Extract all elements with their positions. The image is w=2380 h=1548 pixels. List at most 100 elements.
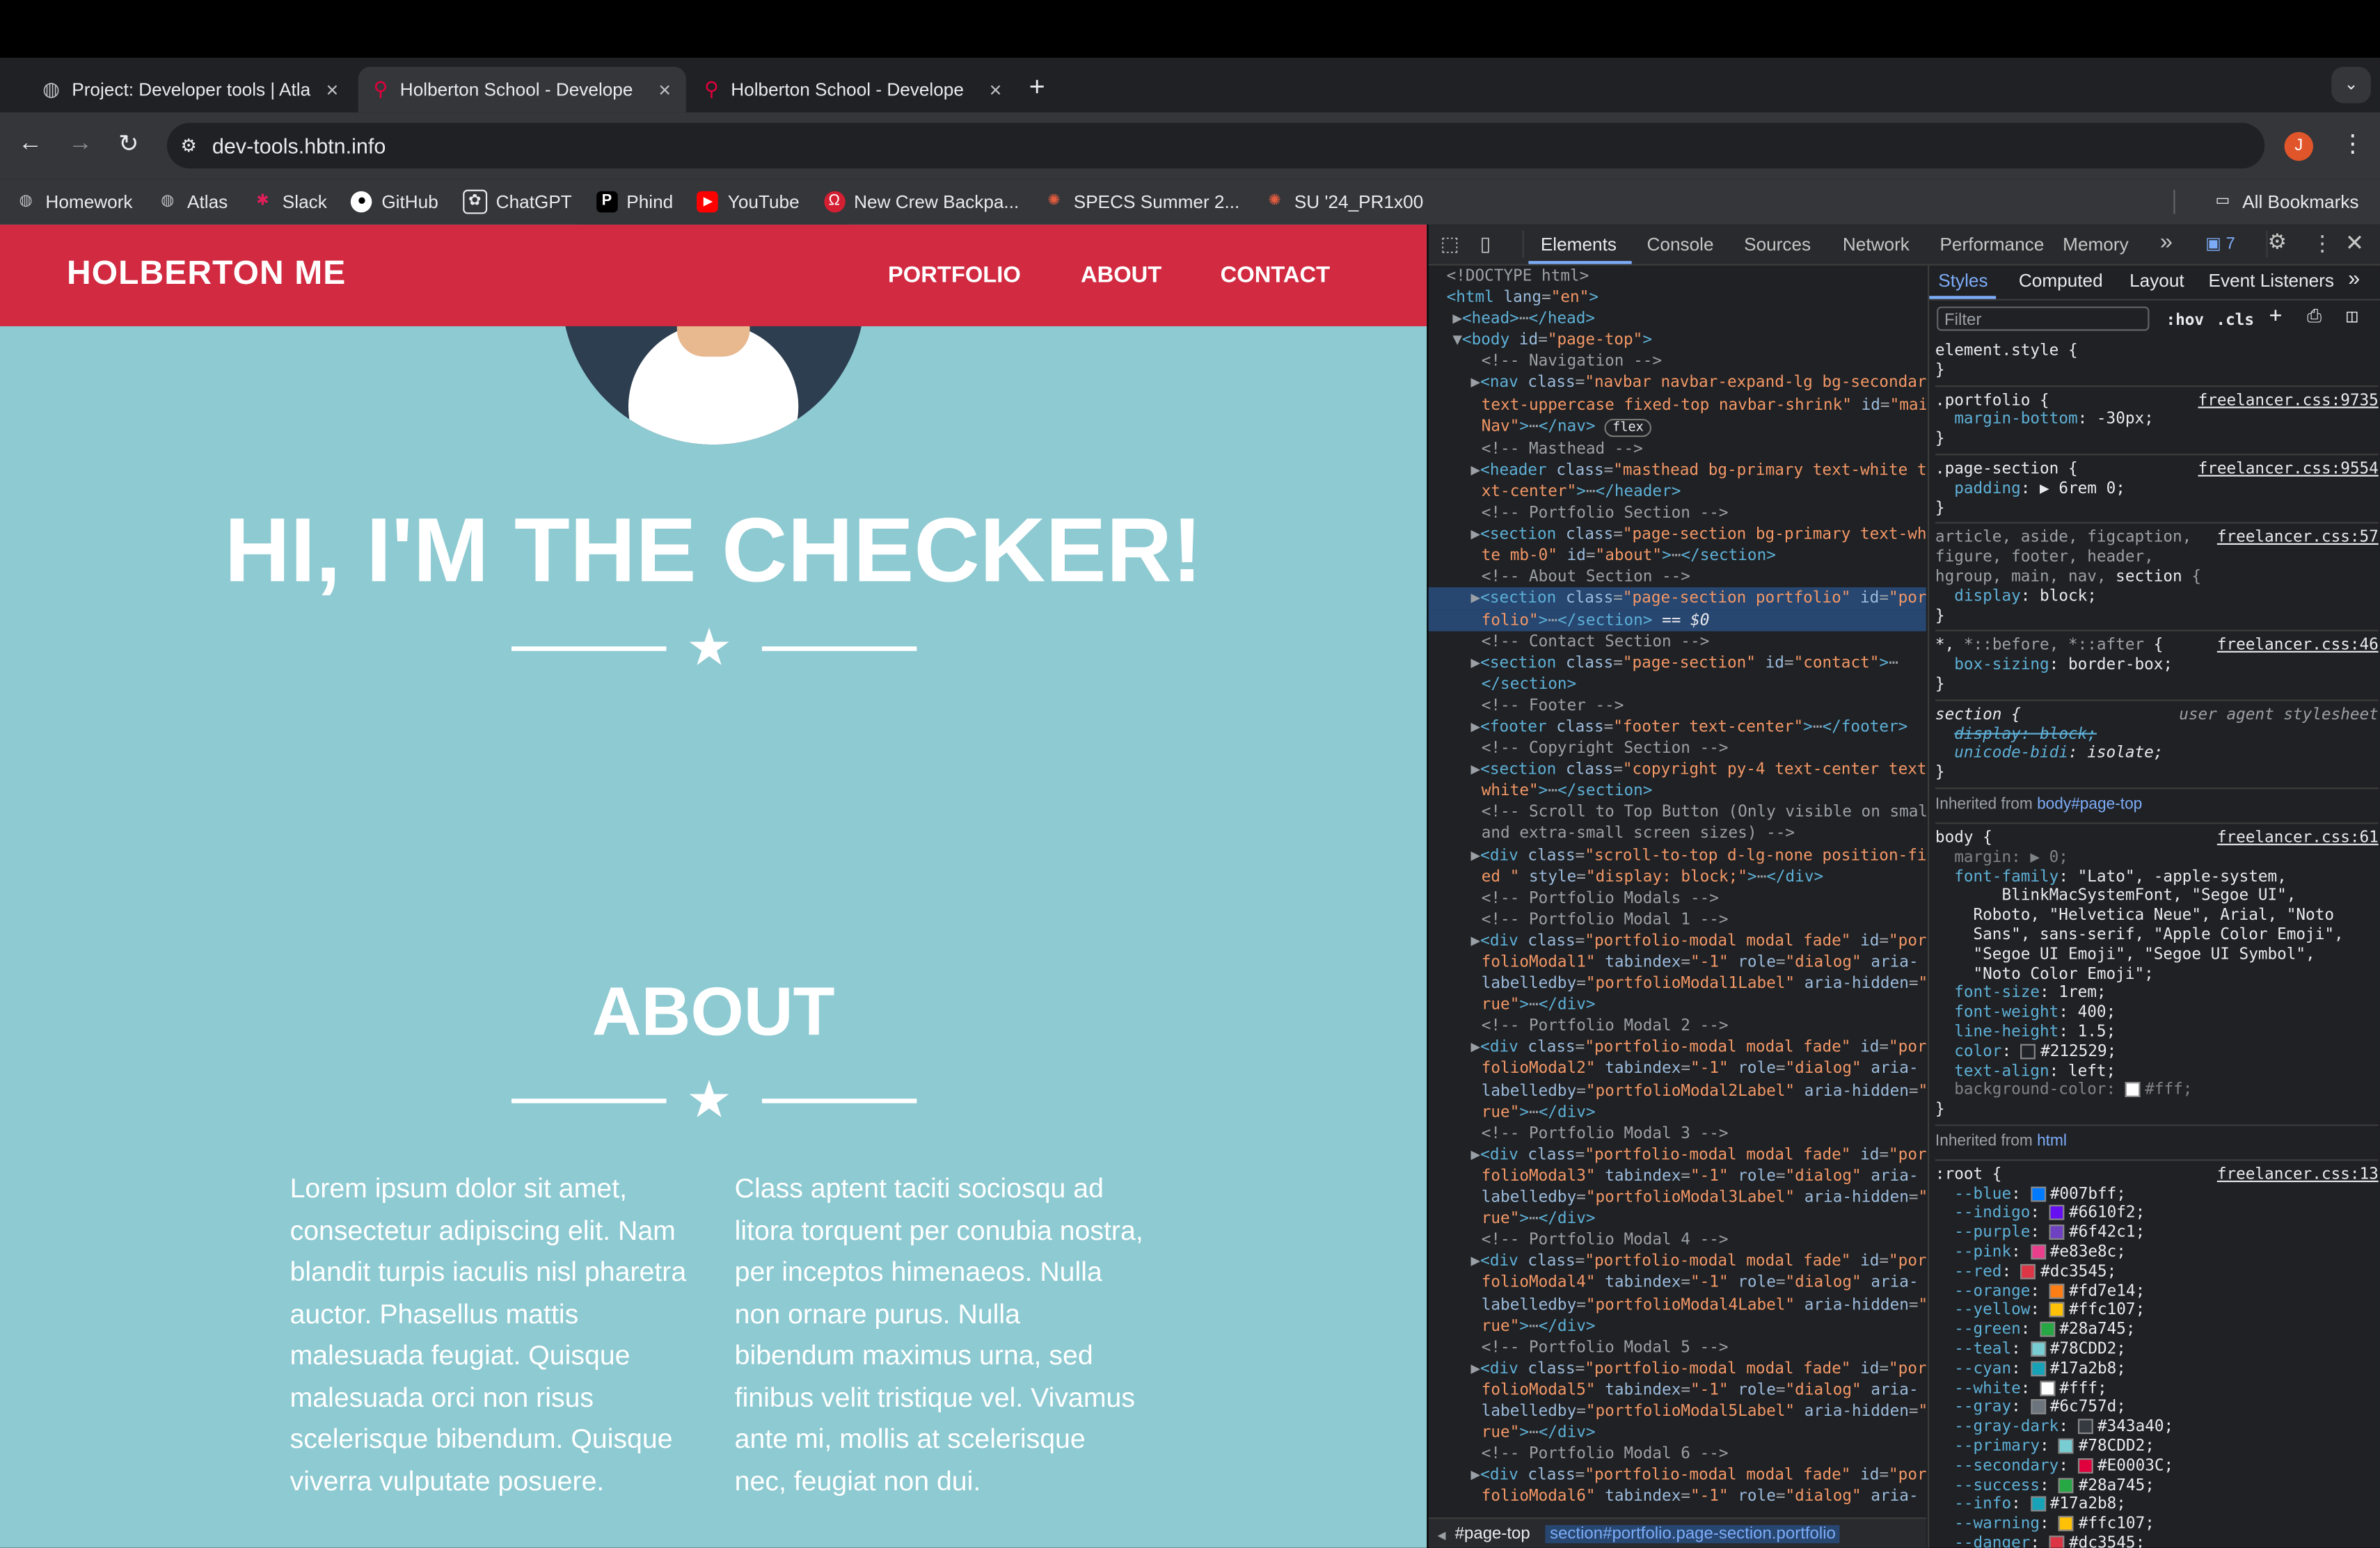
bookmark-label: YouTube: [727, 191, 800, 213]
dom-node[interactable]: ▶<div class="portfolio-modal modal fade"…: [1428, 1465, 1926, 1486]
dom-node[interactable]: ▶<head>⋯</head>: [1428, 308, 1926, 330]
new-rule-icon[interactable]: +: [2269, 305, 2282, 326]
dom-node[interactable]: ▼<body id="page-top">: [1428, 330, 1926, 351]
chevron-left-icon[interactable]: ◂: [1438, 1524, 1446, 1544]
dom-node[interactable]: ▶<footer class="footer text-center">⋯</f…: [1428, 716, 1926, 737]
dom-comment[interactable]: <!-- Copyright Section -->: [1428, 737, 1926, 759]
dom-node[interactable]: ▶<div class="portfolio-modal modal fade"…: [1428, 1144, 1926, 1165]
bookmark-youtube[interactable]: ▶ YouTube: [697, 191, 800, 213]
chevron-down-icon: ⌄: [2344, 76, 2358, 95]
dom-comment[interactable]: <!-- Portfolio Modal 3 -->: [1428, 1122, 1926, 1144]
subtab-layout[interactable]: Layout: [2129, 271, 2184, 291]
close-tab-icon[interactable]: ×: [990, 77, 1002, 102]
dom-comment[interactable]: <!-- Portfolio Section -->: [1428, 502, 1926, 524]
dom-comment[interactable]: <!-- Contact Section -->: [1428, 630, 1926, 652]
dom-comment[interactable]: <!-- Portfolio Modal 1 -->: [1428, 909, 1926, 930]
dom-comment[interactable]: <!-- Portfolio Modal 5 -->: [1428, 1336, 1926, 1358]
dom-comment[interactable]: <!-- Navigation -->: [1428, 351, 1926, 373]
issues-badge[interactable]: ▣ 7: [2205, 234, 2235, 253]
browser-tab-holberton[interactable]: ⚲ Holberton School - Develope ×: [689, 67, 1017, 112]
dom-comment[interactable]: <!-- Portfolio Modal 6 -->: [1428, 1444, 1926, 1465]
dom-comment[interactable]: <!-- Masthead -->: [1428, 438, 1926, 460]
site-settings-icon[interactable]: ⚙: [181, 135, 197, 157]
devtools-tab-sources[interactable]: Sources: [1744, 234, 1811, 255]
dom-node[interactable]: <html lang="en">: [1428, 287, 1926, 308]
cls-toggle[interactable]: .cls: [2216, 311, 2254, 330]
all-bookmarks-button[interactable]: ▭ All Bookmarks: [2212, 191, 2359, 213]
bookmark-su24[interactable]: ✺ SU '24_PR1x00: [1264, 191, 1423, 213]
bookmark-chatgpt[interactable]: ✿ ChatGPT: [462, 189, 572, 214]
breadcrumb-item[interactable]: #page-top: [1455, 1525, 1530, 1543]
devtools-tab-elements[interactable]: Elements: [1541, 234, 1617, 255]
sidebar-toggle-icon[interactable]: ◫: [2347, 306, 2358, 326]
profile-avatar[interactable]: J: [2284, 131, 2314, 161]
dom-node[interactable]: ▶<section class="page-section" id="conta…: [1428, 652, 1926, 673]
dom-node[interactable]: ▶<div class="portfolio-modal modal fade"…: [1428, 1037, 1926, 1059]
bookmark-new-crew[interactable]: Ω New Crew Backpa...: [823, 191, 1019, 213]
elements-tree[interactable]: <!DOCTYPE html> <html lang="en"> ▶<head>…: [1428, 266, 1926, 1517]
back-button[interactable]: ←: [18, 131, 42, 158]
devtools-tab-performance[interactable]: Performance: [1939, 234, 2044, 255]
browser-tab-holberton-active[interactable]: ⚲ Holberton School - Develope ×: [358, 66, 686, 113]
dom-node[interactable]: ▶<header class="masthead bg-primary text…: [1428, 460, 1926, 481]
dom-comment[interactable]: <!-- Scroll to Top Button (Only visible …: [1428, 801, 1926, 823]
address-bar[interactable]: ⚙ dev-tools.hbtn.info: [166, 122, 2265, 169]
bookmark-slack[interactable]: ✱ Slack: [252, 191, 327, 213]
bookmark-github[interactable]: ● GitHub: [351, 191, 438, 213]
bookmark-specs[interactable]: ✺ SPECS Summer 2...: [1043, 191, 1239, 213]
dom-comment[interactable]: <!-- Portfolio Modal 4 -->: [1428, 1229, 1926, 1251]
device-toolbar-icon[interactable]: ▯: [1480, 232, 1491, 257]
subtab-computed[interactable]: Computed: [2019, 271, 2103, 291]
dom-node[interactable]: <!DOCTYPE html>: [1428, 266, 1926, 287]
devtools-tab-network[interactable]: Network: [1843, 234, 1910, 255]
browser-tab-atlas[interactable]: ◍ Project: Developer tools | Atla ×: [27, 67, 354, 112]
site-brand[interactable]: HOLBERTON ME: [67, 253, 346, 293]
inspect-element-icon[interactable]: ⬚: [1441, 232, 1459, 257]
nav-link-portfolio[interactable]: PORTFOLIO: [888, 262, 1021, 288]
arrow-right-icon: →: [68, 130, 93, 157]
web-page-viewport: HOLBERTON ME PORTFOLIO ABOUT CONTACT HI,…: [0, 224, 1427, 1548]
bookmark-homework[interactable]: ◍ Homework: [15, 191, 133, 213]
dom-comment[interactable]: <!-- About Section -->: [1428, 566, 1926, 588]
kebab-menu-icon[interactable]: ⋮: [2312, 231, 2333, 257]
css-rules[interactable]: element.style { } .portfolio {freelancer…: [1935, 342, 2379, 1548]
breadcrumb: ◂ #page-top section#portfolio.page-secti…: [1428, 1517, 1926, 1548]
dom-comment[interactable]: <!-- Portfolio Modals -->: [1428, 887, 1926, 909]
dom-node[interactable]: ▶<section class="page-section bg-primary…: [1428, 524, 1926, 545]
github-icon: ●: [351, 191, 373, 213]
dom-comment[interactable]: <!-- Footer -->: [1428, 695, 1926, 717]
tab-search-button[interactable]: ⌄: [2331, 66, 2371, 104]
styles-filter-input[interactable]: Filter: [1937, 306, 2150, 331]
close-tab-icon[interactable]: ×: [658, 77, 671, 102]
bookmark-label: Slack: [282, 191, 327, 213]
nav-link-about[interactable]: ABOUT: [1081, 262, 1161, 288]
reload-button[interactable]: ↻: [118, 129, 138, 159]
settings-gear-icon[interactable]: ⚙: [2268, 229, 2287, 255]
forward-button[interactable]: →: [68, 131, 93, 158]
dom-node[interactable]: ▶<div class="portfolio-modal modal fade"…: [1428, 1358, 1926, 1380]
hov-toggle[interactable]: :hov: [2166, 311, 2204, 330]
dom-node[interactable]: ▶<section class="copyright py-4 text-cen…: [1428, 759, 1926, 781]
dom-node-selected[interactable]: ▶<section class="page-section portfolio"…: [1428, 587, 1926, 609]
close-tab-icon[interactable]: ×: [326, 77, 339, 102]
subtab-event-listeners[interactable]: Event Listeners: [2209, 271, 2334, 291]
breadcrumb-item-current[interactable]: section#portfolio.page-section.portfolio: [1545, 1525, 1841, 1544]
browser-menu-button[interactable]: ⋮: [2340, 129, 2365, 159]
bookmark-atlas[interactable]: ◍ Atlas: [157, 191, 228, 213]
more-subtabs-button[interactable]: »: [2348, 267, 2360, 288]
dom-node[interactable]: ▶<div class="portfolio-modal modal fade"…: [1428, 930, 1926, 952]
new-tab-button[interactable]: +: [1029, 72, 1045, 104]
close-devtools-icon[interactable]: ✕: [2345, 229, 2364, 257]
bookmark-phind[interactable]: P Phind: [596, 191, 673, 213]
paint-icon[interactable]: ⎙: [2307, 306, 2322, 326]
nav-link-contact[interactable]: CONTACT: [1221, 262, 1331, 288]
subtab-styles[interactable]: Styles: [1938, 271, 1988, 291]
dom-node[interactable]: ▶<div class="portfolio-modal modal fade"…: [1428, 1251, 1926, 1272]
dom-comment[interactable]: <!-- Portfolio Modal 2 -->: [1428, 1016, 1926, 1037]
more-tabs-button[interactable]: »: [2160, 229, 2173, 255]
dom-node[interactable]: ▶<div class="scroll-to-top d-lg-none pos…: [1428, 845, 1926, 866]
devtools-tab-console[interactable]: Console: [1647, 234, 1714, 255]
about-text-right: Class aptent taciti sociosqu ad litora t…: [734, 1173, 1143, 1496]
devtools-tab-memory[interactable]: Memory: [2063, 234, 2129, 255]
dom-node[interactable]: ▶<nav class="navbar navbar-expand-lg bg-…: [1428, 372, 1926, 394]
